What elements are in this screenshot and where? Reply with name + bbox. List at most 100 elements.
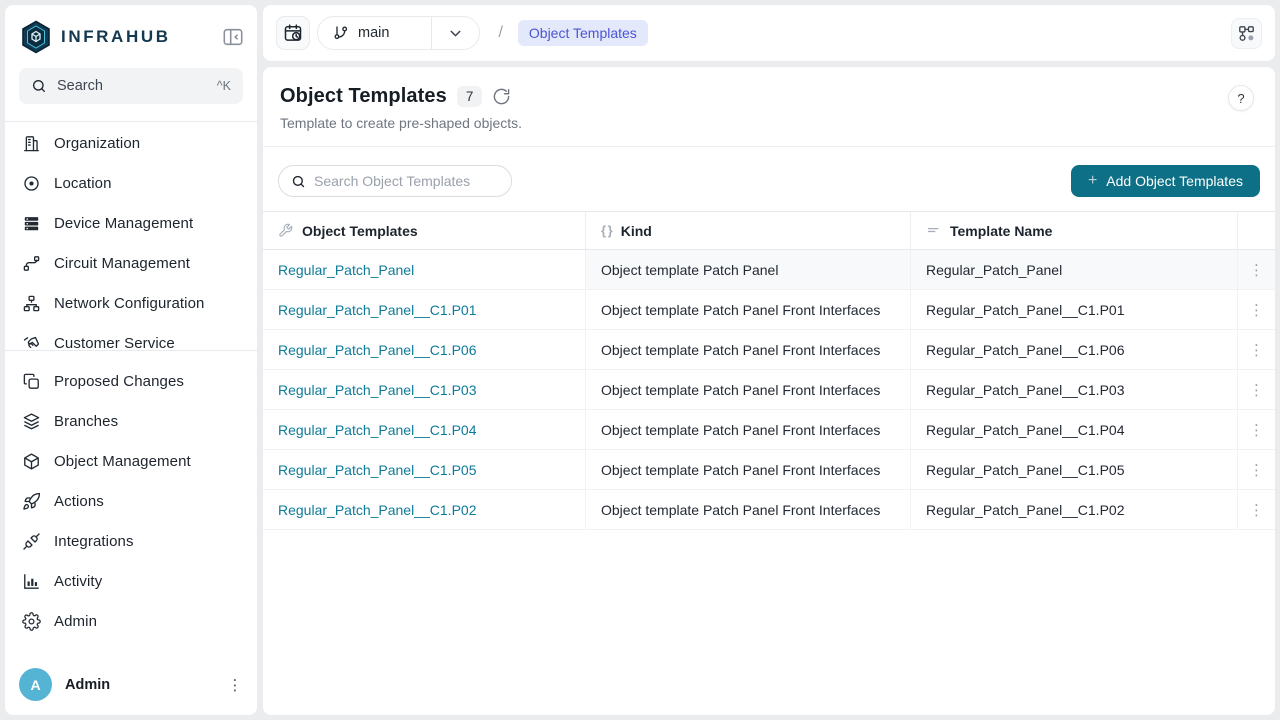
object-search-input[interactable] (314, 173, 499, 189)
table-row: Regular_Patch_Panel__C1.P06 Object templ… (263, 330, 1275, 370)
cell-object-template: Regular_Patch_Panel (263, 250, 586, 290)
branch-selector[interactable]: main (317, 16, 480, 50)
sidebar-item-actions[interactable]: Actions (5, 481, 257, 521)
calendar-clock-icon (283, 23, 303, 43)
sidebar-item-label: Organization (54, 135, 140, 152)
sidebar-item-label: Proposed Changes (54, 373, 184, 390)
cell-actions: ⋮ (1238, 290, 1275, 330)
column-label: Kind (621, 223, 652, 239)
row-kebab-icon[interactable]: ⋮ (1238, 421, 1275, 439)
add-object-templates-button[interactable]: + Add Object Templates (1071, 165, 1260, 197)
schema-visualizer-button[interactable] (1231, 18, 1262, 49)
rocket-icon (22, 492, 41, 511)
server-icon (22, 214, 41, 233)
sidebar-item-location[interactable]: Location (5, 163, 257, 203)
search-icon (291, 174, 306, 189)
plug-icon (22, 532, 41, 551)
cell-kind: Object template Patch Panel Front Interf… (586, 450, 911, 490)
sidebar: INFRAHUB Search ^K Organization (4, 4, 258, 716)
object-template-link[interactable]: Regular_Patch_Panel__C1.P01 (278, 302, 476, 318)
sidebar-search[interactable]: Search ^K (19, 68, 243, 104)
cell-kind: Object template Patch Panel Front Interf… (586, 290, 911, 330)
help-button[interactable]: ? (1228, 85, 1254, 111)
row-kebab-icon[interactable]: ⋮ (1238, 461, 1275, 479)
app-wordmark: INFRAHUB (61, 27, 221, 47)
sidebar-item-label: Object Management (54, 453, 191, 470)
row-kebab-icon[interactable]: ⋮ (1238, 501, 1275, 519)
object-search-box (278, 165, 512, 197)
sidebar-item-activity[interactable]: Activity (5, 561, 257, 601)
box-icon (22, 452, 41, 471)
sidebar-item-network-configuration[interactable]: Network Configuration (5, 283, 257, 323)
cell-template-name: Regular_Patch_Panel__C1.P04 (911, 410, 1238, 450)
user-menu-kebab-icon[interactable]: ⋮ (223, 676, 247, 694)
sidebar-item-object-management[interactable]: Object Management (5, 441, 257, 481)
building-icon (22, 134, 41, 153)
sidebar-divider (5, 121, 257, 122)
handshake-icon (22, 334, 41, 351)
cell-template-name: Regular_Patch_Panel__C1.P02 (911, 490, 1238, 530)
sidebar-item-organization[interactable]: Organization (5, 123, 257, 163)
table-row: Regular_Patch_Panel__C1.P03 Object templ… (263, 370, 1275, 410)
sidebar-item-admin[interactable]: Admin (5, 601, 257, 641)
wrench-icon (278, 223, 293, 238)
cell-actions: ⋮ (1238, 450, 1275, 490)
object-template-link[interactable]: Regular_Patch_Panel__C1.P04 (278, 422, 476, 438)
sidebar-group-objects: Organization Location Device Management (5, 123, 257, 350)
row-kebab-icon[interactable]: ⋮ (1238, 261, 1275, 279)
object-template-link[interactable]: Regular_Patch_Panel__C1.P06 (278, 342, 476, 358)
cell-template-name: Regular_Patch_Panel__C1.P05 (911, 450, 1238, 490)
column-header-actions (1238, 212, 1275, 249)
cell-actions: ⋮ (1238, 330, 1275, 370)
column-label: Template Name (950, 223, 1052, 239)
table-row: Regular_Patch_Panel__C1.P01 Object templ… (263, 290, 1275, 330)
table-row: Regular_Patch_Panel__C1.P05 Object templ… (263, 450, 1275, 490)
row-kebab-icon[interactable]: ⋮ (1238, 301, 1275, 319)
page-title: Object Templates (280, 85, 447, 108)
collapse-sidebar-icon[interactable] (221, 25, 245, 49)
object-template-link[interactable]: Regular_Patch_Panel (278, 262, 414, 278)
column-header-kind[interactable]: { } Kind (586, 212, 911, 249)
sidebar-item-circuit-management[interactable]: Circuit Management (5, 243, 257, 283)
sidebar-item-label: Customer Service (54, 335, 175, 351)
avatar: A (19, 668, 52, 701)
sidebar-item-label: Actions (54, 493, 104, 510)
search-shortcut: ^K (217, 79, 231, 93)
sidebar-item-device-management[interactable]: Device Management (5, 203, 257, 243)
bar-chart-icon (22, 572, 41, 591)
cell-object-template: Regular_Patch_Panel__C1.P06 (263, 330, 586, 370)
sidebar-search-placeholder: Search (57, 78, 217, 94)
column-header-object-templates[interactable]: Object Templates (263, 212, 586, 249)
sidebar-item-integrations[interactable]: Integrations (5, 521, 257, 561)
cell-actions: ⋮ (1238, 370, 1275, 410)
object-template-link[interactable]: Regular_Patch_Panel__C1.P05 (278, 462, 476, 478)
row-kebab-icon[interactable]: ⋮ (1238, 341, 1275, 359)
cell-actions: ⋮ (1238, 490, 1275, 530)
cell-template-name: Regular_Patch_Panel__C1.P03 (911, 370, 1238, 410)
breadcrumb-current[interactable]: Object Templates (518, 20, 648, 46)
object-template-link[interactable]: Regular_Patch_Panel__C1.P02 (278, 502, 476, 518)
cell-actions: ⋮ (1238, 250, 1275, 290)
gear-icon (22, 612, 41, 631)
cell-object-template: Regular_Patch_Panel__C1.P03 (263, 370, 586, 410)
user-row[interactable]: A Admin ⋮ (19, 668, 247, 701)
table-row: Regular_Patch_Panel Object template Patc… (263, 250, 1275, 290)
copy-icon (22, 372, 41, 391)
row-kebab-icon[interactable]: ⋮ (1238, 381, 1275, 399)
sidebar-item-proposed-changes[interactable]: Proposed Changes (5, 361, 257, 401)
object-template-link[interactable]: Regular_Patch_Panel__C1.P03 (278, 382, 476, 398)
chevron-down-icon[interactable] (432, 17, 479, 49)
time-travel-button[interactable] (276, 16, 310, 50)
refresh-icon[interactable] (492, 87, 512, 107)
cell-kind: Object template Patch Panel Front Interf… (586, 490, 911, 530)
sidebar-item-label: Integrations (54, 533, 134, 550)
cell-actions: ⋮ (1238, 410, 1275, 450)
column-header-template-name[interactable]: Template Name (911, 212, 1238, 249)
count-badge: 7 (457, 86, 483, 107)
cell-template-name: Regular_Patch_Panel__C1.P06 (911, 330, 1238, 370)
sidebar-item-branches[interactable]: Branches (5, 401, 257, 441)
logo-row: INFRAHUB (5, 5, 257, 66)
sidebar-item-customer-service[interactable]: Customer Service (5, 323, 257, 350)
sidebar-item-label: Admin (54, 613, 97, 630)
circle-dot-icon (22, 174, 41, 193)
